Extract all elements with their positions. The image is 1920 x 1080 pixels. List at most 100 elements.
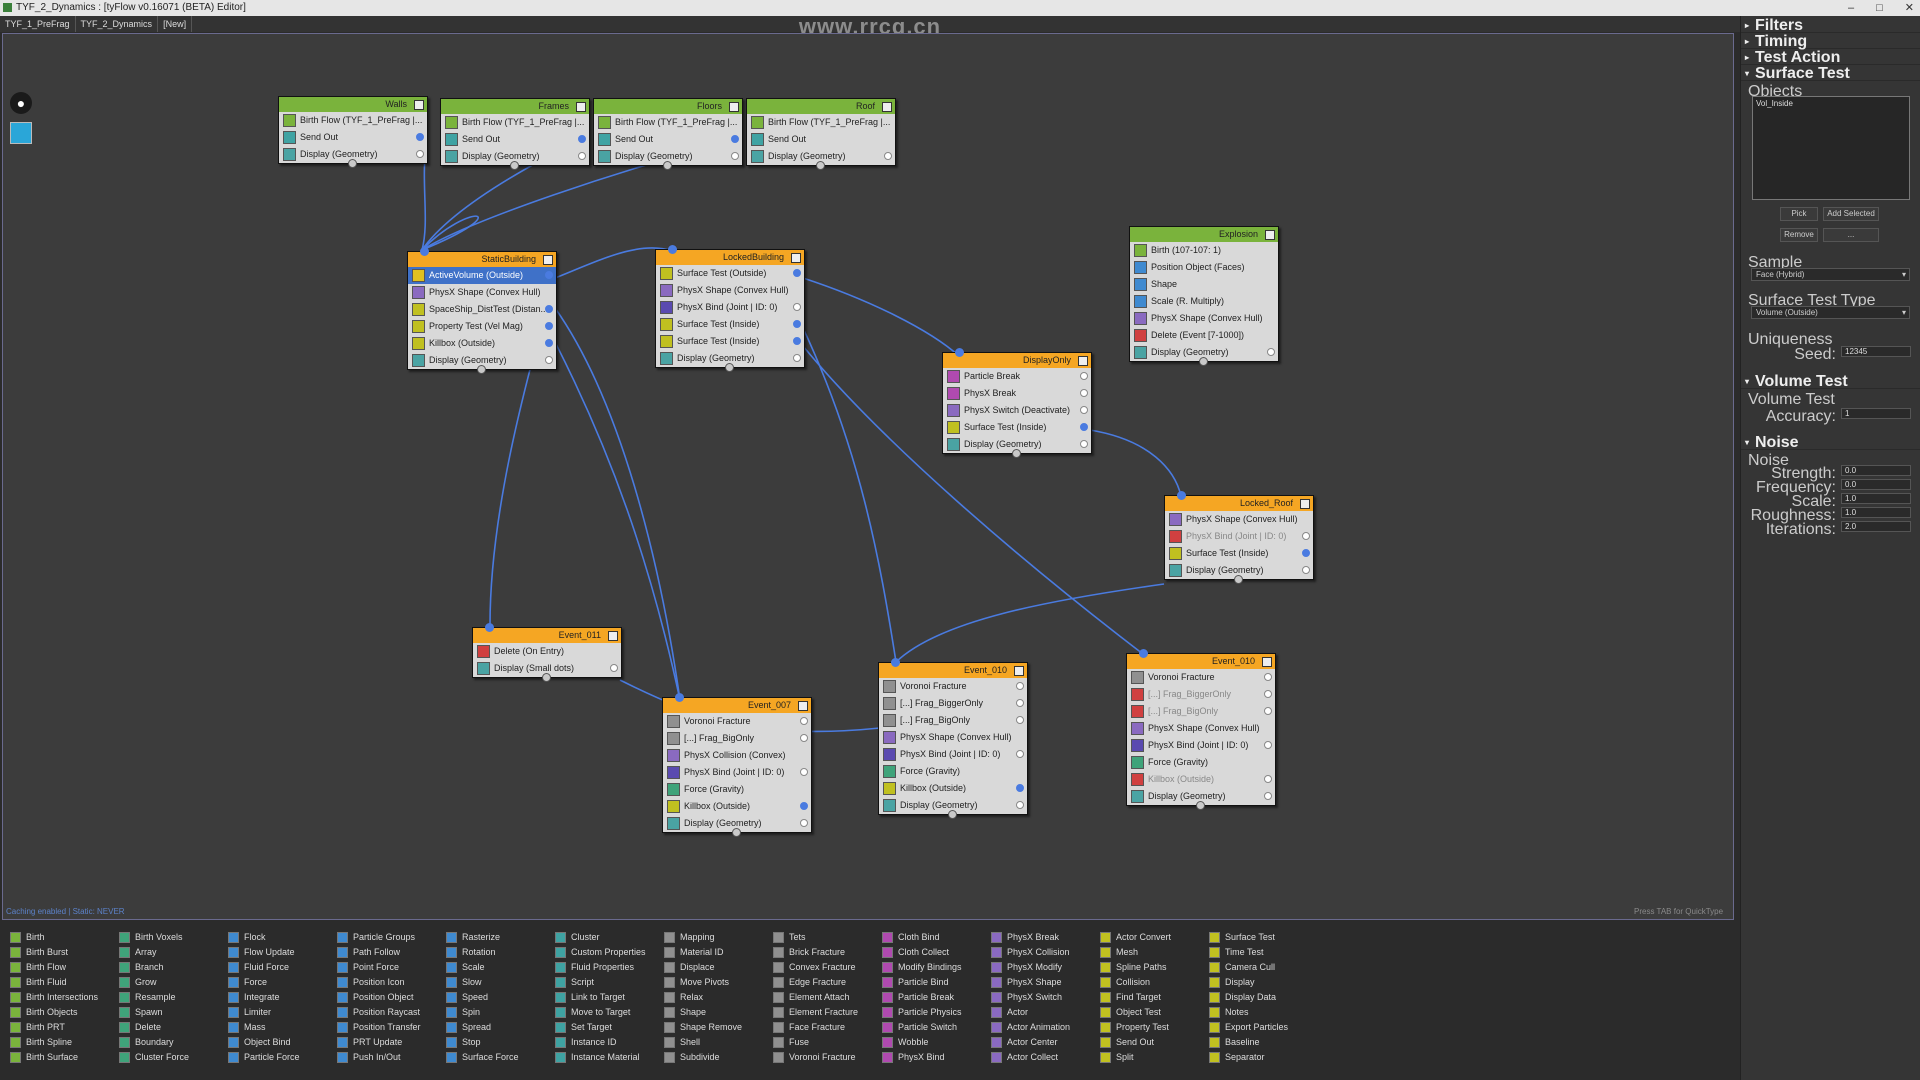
operator-row[interactable]: PhysX Bind (Joint | ID: 0) [879, 746, 1027, 763]
palette-item[interactable]: Actor Collect [987, 1050, 1070, 1065]
palette-item[interactable]: Set Target [551, 1020, 646, 1035]
palette-item[interactable]: Birth PRT [6, 1020, 98, 1035]
palette-item[interactable]: Separator [1205, 1050, 1288, 1065]
section-timing[interactable]: Timing [1741, 34, 1920, 50]
palette-item[interactable]: Link to Target [551, 990, 646, 1005]
palette-item[interactable]: Boundary [115, 1035, 189, 1050]
output-port[interactable] [1264, 741, 1272, 749]
palette-item[interactable]: Shell [660, 1035, 742, 1050]
palette-item[interactable]: Branch [115, 960, 189, 975]
operator-row[interactable]: Position Object (Faces) [1130, 259, 1278, 276]
object-item[interactable]: Vol_Inside [1753, 97, 1909, 110]
palette-item[interactable]: Spin [442, 1005, 519, 1020]
output-port[interactable] [545, 271, 553, 279]
palette-item[interactable]: PhysX Break [987, 930, 1070, 945]
operator-row[interactable]: Force (Gravity) [879, 763, 1027, 780]
palette-item[interactable]: Property Test [1096, 1020, 1171, 1035]
operator-row[interactable]: PhysX Shape (Convex Hull) [408, 284, 556, 301]
event-node[interactable]: Frames Birth Flow (TYF_1_PreFrag |... Send… [440, 98, 590, 170]
palette-item[interactable]: Cluster [551, 930, 646, 945]
palette-item[interactable]: Convex Fracture [769, 960, 858, 975]
palette-item[interactable]: Particle Switch [878, 1020, 962, 1035]
palette-item[interactable]: Object Test [1096, 1005, 1171, 1020]
operator-row[interactable]: Killbox (Outside) [663, 798, 811, 815]
lock-icon[interactable] [1265, 230, 1275, 240]
palette-item[interactable]: Fluid Force [224, 960, 300, 975]
input-port[interactable] [675, 693, 684, 702]
operator-row[interactable]: Surface Test (Inside) [656, 316, 804, 333]
palette-item[interactable]: Tets [769, 930, 858, 945]
palette-item[interactable]: Birth Burst [6, 945, 98, 960]
output-port[interactable] [800, 734, 808, 742]
palette-item[interactable]: Script [551, 975, 646, 990]
output-port[interactable] [1016, 699, 1024, 707]
operator-row[interactable]: Delete (On Entry) [473, 643, 621, 660]
operator-row[interactable]: PhysX Bind (Joint | ID: 0) [1127, 737, 1275, 754]
palette-item[interactable]: Birth Fluid [6, 975, 98, 990]
event-node-header[interactable]: Walls [279, 97, 427, 112]
palette-item[interactable]: Custom Properties [551, 945, 646, 960]
palette-item[interactable]: Edge Fracture [769, 975, 858, 990]
output-port[interactable] [1264, 707, 1272, 715]
palette-item[interactable]: Particle Break [878, 990, 962, 1005]
input-port[interactable] [1139, 649, 1148, 658]
output-port[interactable] [1080, 440, 1088, 448]
palette-item[interactable]: Baseline [1205, 1035, 1288, 1050]
operator-row[interactable]: PhysX Shape (Convex Hull) [1127, 720, 1275, 737]
palette-item[interactable]: Mapping [660, 930, 742, 945]
operator-row[interactable]: Send Out [747, 131, 895, 148]
palette-item[interactable]: Position Transfer [333, 1020, 421, 1035]
output-port[interactable] [578, 135, 586, 143]
palette-item[interactable]: Shape Remove [660, 1020, 742, 1035]
output-port[interactable] [1016, 784, 1024, 792]
bottom-port[interactable] [1012, 449, 1021, 458]
operator-row[interactable]: PhysX Switch (Deactivate) [943, 402, 1091, 419]
operator-row[interactable]: Voronoi Fracture [1127, 669, 1275, 686]
lock-icon[interactable] [882, 102, 892, 112]
palette-item[interactable]: Birth Flow [6, 960, 98, 975]
operator-row[interactable]: Killbox (Outside) [1127, 771, 1275, 788]
operator-row[interactable]: SpaceShip_DistTest (Distan... [408, 301, 556, 318]
bottom-port[interactable] [510, 161, 519, 170]
operator-row[interactable]: [...] Frag_BigOnly [663, 730, 811, 747]
palette-item[interactable]: Array [115, 945, 189, 960]
event-node-header[interactable]: Event_007 [663, 693, 811, 713]
palette-item[interactable]: PhysX Switch [987, 990, 1070, 1005]
palette-item[interactable]: Birth Surface [6, 1050, 98, 1065]
palette-item[interactable]: Spread [442, 1020, 519, 1035]
bottom-port[interactable] [725, 363, 734, 372]
palette-item[interactable]: Element Fracture [769, 1005, 858, 1020]
output-port[interactable] [1302, 532, 1310, 540]
event-node-header[interactable]: Event_010 [1127, 649, 1275, 669]
event-node-header[interactable]: StaticBuilding [408, 247, 556, 267]
operator-row[interactable]: Surface Test (Inside) [1165, 545, 1313, 562]
palette-item[interactable]: PhysX Shape [987, 975, 1070, 990]
palette-item[interactable]: Scale [442, 960, 519, 975]
input-port[interactable] [485, 623, 494, 632]
operator-row[interactable]: Delete (Event [7-1000]) [1130, 327, 1278, 344]
section-filters[interactable]: Filters [1741, 18, 1920, 34]
frequency-field[interactable]: 0.0 [1841, 479, 1911, 490]
output-port[interactable] [1264, 775, 1272, 783]
event-node[interactable]: Explosion Birth (107-107: 1) Position Obje… [1129, 226, 1279, 366]
event-node[interactable]: Event_011 Delete (On Entry) Display (Small… [472, 623, 622, 682]
palette-item[interactable]: Flow Update [224, 945, 300, 960]
more-button[interactable]: ... [1823, 228, 1879, 242]
event-node[interactable]: Roof Birth Flow (TYF_1_PreFrag |... Send O… [746, 98, 896, 170]
palette-item[interactable]: Surface Force [442, 1050, 519, 1065]
event-node[interactable]: StaticBuilding ActiveVolume (Outside) Phys… [407, 247, 557, 374]
lock-icon[interactable] [576, 102, 586, 112]
output-port[interactable] [545, 322, 553, 330]
palette-item[interactable]: Mass [224, 1020, 300, 1035]
palette-item[interactable]: Modify Bindings [878, 960, 962, 975]
palette-item[interactable]: Spawn [115, 1005, 189, 1020]
event-node[interactable]: Event_010 Voronoi Fracture [...] Frag_Bigg… [878, 658, 1028, 819]
palette-item[interactable]: Birth Spline [6, 1035, 98, 1050]
operator-row[interactable]: PhysX Bind (Joint | ID: 0) [656, 299, 804, 316]
output-port[interactable] [578, 152, 586, 160]
palette-item[interactable]: PRT Update [333, 1035, 421, 1050]
operator-row[interactable]: Birth (107-107: 1) [1130, 242, 1278, 259]
operator-row[interactable]: Birth Flow (TYF_1_PreFrag |... [279, 112, 427, 129]
output-port[interactable] [800, 768, 808, 776]
event-node[interactable]: Walls Birth Flow (TYF_1_PreFrag |... Send … [278, 96, 428, 168]
